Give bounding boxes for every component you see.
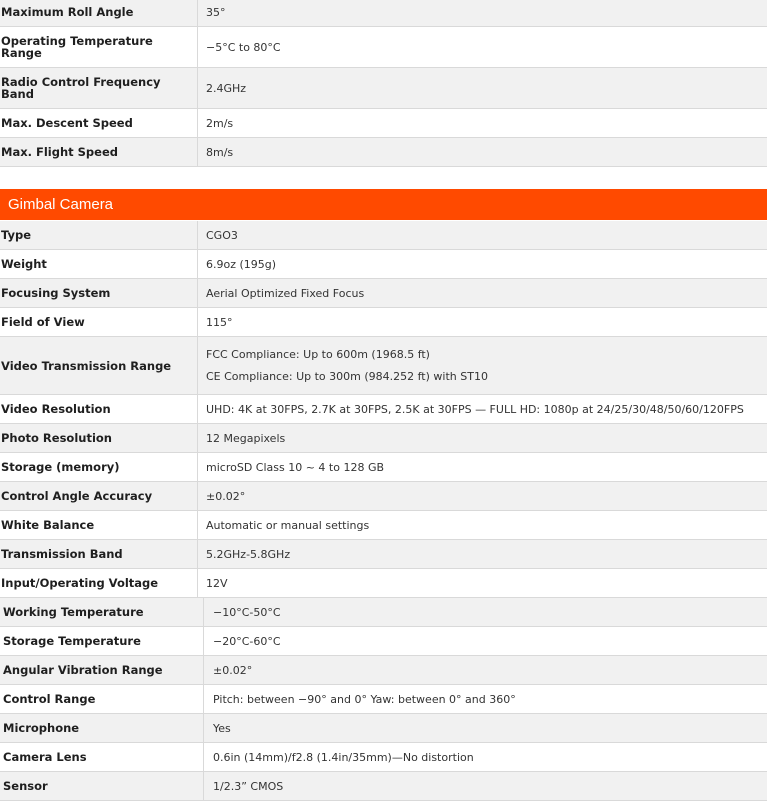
table-row: Focusing System Aerial Optimized Fixed F… (0, 278, 767, 308)
spec-value: 115° (197, 307, 767, 337)
spec-value: ±0.02° (203, 655, 767, 685)
spec-label: Control Angle Accuracy (0, 481, 198, 511)
spec-value: UHD: 4K at 30FPS, 2.7K at 30FPS, 2.5K at… (197, 394, 767, 424)
table-row: Microphone Yes (0, 713, 767, 743)
table-row: Max. Flight Speed 8m/s (0, 137, 767, 167)
spec-value: 5.2GHz-5.8GHz (197, 539, 767, 569)
spec-value: FCC Compliance: Up to 600m (1968.5 ft) C… (197, 336, 767, 395)
spec-value: 1/2.3” CMOS (203, 771, 767, 801)
spec-label: Angular Vibration Range (0, 655, 204, 685)
section-header: Gimbal Camera (0, 189, 767, 220)
table-row: Storage Temperature −20°C-60°C (0, 626, 767, 656)
spec-label: Storage (memory) (0, 452, 198, 482)
table-row: Storage (memory) microSD Class 10 ~ 4 to… (0, 452, 767, 482)
spec-value: CGO3 (197, 221, 767, 250)
spec-label: Video Transmission Range (0, 336, 198, 395)
spec-value: Pitch: between −90° and 0° Yaw: between … (203, 684, 767, 714)
table-row: Camera Lens 0.6in (14mm)/f2.8 (1.4in/35m… (0, 742, 767, 772)
table-row: Transmission Band 5.2GHz-5.8GHz (0, 539, 767, 569)
spec-label: Microphone (0, 713, 204, 743)
table-row: Control Range Pitch: between −90° and 0°… (0, 684, 767, 714)
spec-label: Storage Temperature (0, 626, 204, 656)
spec-value: 8m/s (197, 137, 767, 167)
table-row: Max. Descent Speed 2m/s (0, 108, 767, 138)
spec-label: Radio Control Frequency Band (0, 67, 198, 109)
spec-label: Transmission Band (0, 539, 198, 569)
spec-value: −20°C-60°C (203, 626, 767, 656)
spec-label: Maximum Roll Angle (0, 0, 198, 27)
spec-label: Type (0, 221, 198, 250)
spec-value: Aerial Optimized Fixed Focus (197, 278, 767, 308)
spec-label: White Balance (0, 510, 198, 540)
table-row: Angular Vibration Range ±0.02° (0, 655, 767, 685)
table-row: Photo Resolution 12 Megapixels (0, 423, 767, 453)
spec-label: Weight (0, 249, 198, 279)
spec-value: 6.9oz (195g) (197, 249, 767, 279)
spec-value: 2m/s (197, 108, 767, 138)
spec-label: Max. Descent Speed (0, 108, 198, 138)
spec-label: Operating Temperature Range (0, 26, 198, 68)
spec-value: −10°C-50°C (203, 598, 767, 627)
spec-value: Yes (203, 713, 767, 743)
spec-value-line: CE Compliance: Up to 300m (984.252 ft) w… (206, 369, 488, 383)
table-row: Control Angle Accuracy ±0.02° (0, 481, 767, 511)
spec-label: Working Temperature (0, 598, 204, 627)
spec-value: microSD Class 10 ~ 4 to 128 GB (197, 452, 767, 482)
table-row: Input/Operating Voltage 12V (0, 568, 767, 598)
table-row: Type CGO3 (0, 221, 767, 250)
camera-specs-table: Type CGO3 Weight 6.9oz (195g) Focusing S… (0, 221, 767, 598)
table-row: White Balance Automatic or manual settin… (0, 510, 767, 540)
spec-value: 35° (197, 0, 767, 27)
spec-value: 12V (197, 568, 767, 598)
spec-value: Automatic or manual settings (197, 510, 767, 540)
spec-value: −5°C to 80°C (197, 26, 767, 68)
spec-label: Control Range (0, 684, 204, 714)
table-row: Field of View 115° (0, 307, 767, 337)
spec-label: Camera Lens (0, 742, 204, 772)
spec-label: Photo Resolution (0, 423, 198, 453)
spec-label: Field of View (0, 307, 198, 337)
table-row: Video Resolution UHD: 4K at 30FPS, 2.7K … (0, 394, 767, 424)
spec-label: Input/Operating Voltage (0, 568, 198, 598)
spec-label: Video Resolution (0, 394, 198, 424)
table-row: Maximum Roll Angle 35° (0, 0, 767, 27)
spec-value: 0.6in (14mm)/f2.8 (1.4in/35mm)—No distor… (203, 742, 767, 772)
table-row: Sensor 1/2.3” CMOS (0, 771, 767, 801)
spec-label: Max. Flight Speed (0, 137, 198, 167)
spec-label: Sensor (0, 771, 204, 801)
spec-value-line: FCC Compliance: Up to 600m (1968.5 ft) (206, 347, 430, 361)
gimbal-specs-table: Working Temperature −10°C-50°C Storage T… (0, 598, 767, 801)
spec-value: 2.4GHz (197, 67, 767, 109)
spec-value: ±0.02° (197, 481, 767, 511)
table-row: Weight 6.9oz (195g) (0, 249, 767, 279)
flight-specs-table: Maximum Roll Angle 35° Operating Tempera… (0, 0, 767, 167)
spec-label: Focusing System (0, 278, 198, 308)
table-row: Video Transmission Range FCC Compliance:… (0, 336, 767, 395)
table-row: Working Temperature −10°C-50°C (0, 598, 767, 627)
table-row: Operating Temperature Range −5°C to 80°C (0, 26, 767, 68)
spec-page: Maximum Roll Angle 35° Operating Tempera… (0, 0, 767, 805)
spec-value: 12 Megapixels (197, 423, 767, 453)
table-row: Radio Control Frequency Band 2.4GHz (0, 67, 767, 109)
